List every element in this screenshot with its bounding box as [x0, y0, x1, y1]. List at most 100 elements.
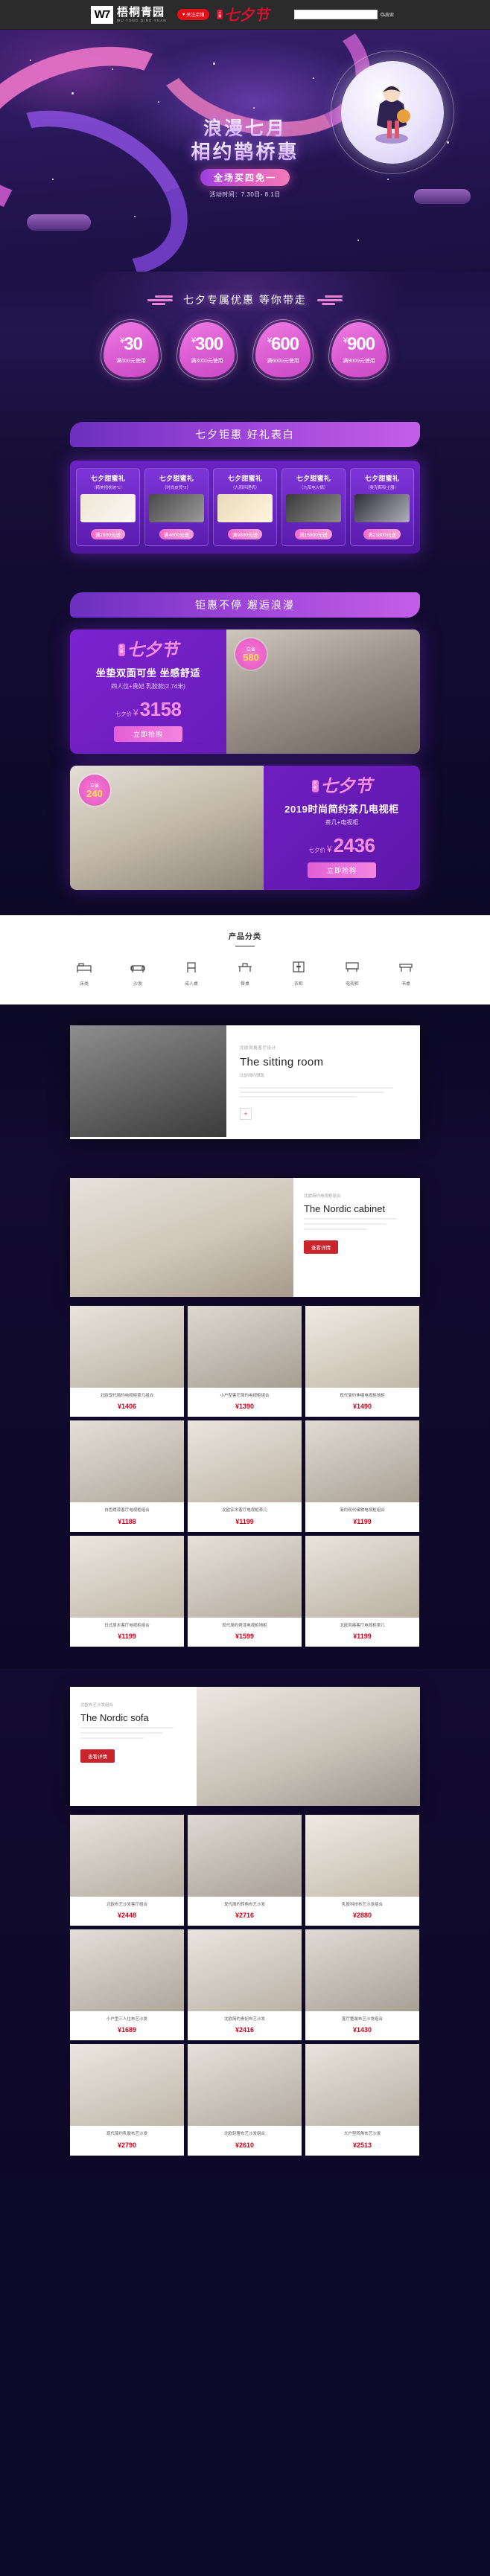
- coupon-condition: 满300元使用: [116, 358, 146, 364]
- category-item-desk[interactable]: 书桌: [390, 958, 421, 987]
- product-card[interactable]: 北欧现代简约电视柜茶几组合 ¥1406: [70, 1306, 184, 1417]
- category-item-sofa[interactable]: 沙发: [122, 958, 153, 987]
- promo-subtitle: 四人位+贵妃 乳胶款(2.74米): [111, 683, 185, 690]
- category-item-bed[interactable]: 床类: [69, 958, 100, 987]
- feature-photo: [197, 1686, 420, 1806]
- coupon-card[interactable]: ¥600 满6000元使用: [252, 319, 314, 380]
- product-card[interactable]: 北欧简约贵妃布艺沙发 ¥2416: [188, 1929, 302, 2041]
- promo-card-cabinet[interactable]: 天猫 七夕节 2019时尚简约茶几电视柜 茶几+电视柜 七夕价 ¥ 2436 立…: [70, 766, 420, 890]
- promo-subtitle: 茶几+电视柜: [325, 819, 359, 826]
- table-icon: [229, 958, 261, 976]
- promo-info: 天猫 七夕节 2019时尚简约茶几电视柜 茶几+电视柜 七夕价 ¥ 2436 立…: [264, 766, 420, 890]
- product-meta: 现代简约伸缩电视柜地柜 ¥1490: [305, 1388, 419, 1417]
- gift-threshold-tag: 满9800元送: [228, 529, 262, 539]
- product-card[interactable]: 简约现代储物电视柜组合 ¥1199: [305, 1420, 419, 1532]
- product-card[interactable]: 乳胶科技布艺沙发组合 ¥2880: [305, 1814, 419, 1926]
- product-meta: 现代简约烤漆电视柜地柜 ¥1599: [188, 1618, 302, 1647]
- category-label: 餐桌: [240, 982, 249, 987]
- coupon-card[interactable]: ¥300 满3000元使用: [176, 319, 238, 380]
- product-card[interactable]: 小户型客厅简约电视柜组合 ¥1390: [188, 1306, 302, 1417]
- promo-card-sofa[interactable]: 天猫 七夕节 坐垫双面可坐 坐感舒适 四人位+贵妃 乳胶款(2.74米) 七夕价…: [70, 629, 420, 754]
- search-input[interactable]: [294, 10, 378, 19]
- product-card[interactable]: 日式原木客厅电视柜组合 ¥1199: [70, 1535, 184, 1647]
- product-card[interactable]: 北欧实木客厅电视柜茶几 ¥1199: [188, 1420, 302, 1532]
- feature-detail-button[interactable]: 查看详情: [80, 1749, 115, 1763]
- product-card[interactable]: 客厅整装布艺沙发组合 ¥1430: [305, 1929, 419, 2041]
- product-price: ¥1199: [353, 1632, 372, 1640]
- product-card[interactable]: 北欧布艺沙发客厅组合 ¥2448: [70, 1814, 184, 1926]
- sofa-showcase-section: 北欧布艺沙发组合 The Nordic sofa 查看详情 北欧布艺沙发客厅组合…: [0, 1668, 490, 2178]
- gift-card[interactable]: 七夕甜蜜礼 （九阳电火锅） 满15800元送: [281, 468, 346, 546]
- product-price: ¥1406: [117, 1403, 137, 1411]
- coupon-heading-text: 七夕专属优惠 等你带走: [183, 294, 307, 306]
- product-meta: 北欧布艺沙发客厅组合 ¥2448: [70, 1897, 184, 1926]
- product-card[interactable]: 现代简约烤漆电视柜地柜 ¥1599: [188, 1535, 302, 1647]
- feature-detail-button[interactable]: 查看详情: [304, 1240, 338, 1254]
- promo-buy-button[interactable]: 立即抢购: [307, 862, 376, 878]
- top-navigation-bar: W7 梧桐青园 WU TONG QING YUAN ♥ 关注店铺 天猫 七夕节 …: [0, 0, 490, 30]
- category-item-adult-table[interactable]: 成人桌: [176, 958, 207, 987]
- product-name: 北欧风格客厅电视柜茶几: [340, 1623, 385, 1628]
- search-button[interactable]: 搜索: [381, 11, 394, 18]
- product-card[interactable]: 现代简约转角布艺沙发 ¥2716: [188, 1814, 302, 1926]
- gift-title: 七夕甜蜜礼: [227, 475, 263, 482]
- editorial-kicker: 北欧风格客厅设计: [240, 1046, 276, 1051]
- coupon-amount: ¥600: [267, 333, 299, 354]
- category-item-tv-cabinet[interactable]: 电视柜: [337, 958, 368, 987]
- gift-section-heading: 七夕钜惠 好礼表白: [70, 422, 420, 447]
- category-item-wardrobe[interactable]: 衣柜: [283, 958, 314, 987]
- shop-logo[interactable]: W7 梧桐青园 WU TONG QING YUAN: [91, 5, 167, 24]
- product-price: ¥2610: [235, 2141, 255, 2149]
- product-card[interactable]: 小户型三人位布艺沙发 ¥1689: [70, 1929, 184, 2041]
- promo-price-value: 3158: [139, 698, 182, 720]
- product-thumbnail: [188, 1929, 302, 2011]
- promo-price-label: 七夕价: [308, 847, 325, 853]
- wardrobe-icon: [283, 958, 314, 976]
- product-thumbnail: [305, 1929, 419, 2011]
- product-thumbnail: [70, 1306, 184, 1388]
- feature-text-lines: [304, 1218, 410, 1230]
- product-card[interactable]: 北欧风格客厅电视柜茶几 ¥1199: [305, 1535, 419, 1647]
- product-name: 大户型转角布艺沙发: [343, 2132, 381, 2137]
- gift-card[interactable]: 七夕甜蜜礼 （精美抱枕被*1） 满2800元送: [76, 468, 140, 546]
- product-name: 乳胶科技布艺沙发组合: [341, 1902, 383, 1907]
- product-thumbnail: [70, 1535, 184, 1618]
- editorial-body: 北欧风格客厅设计 The sitting room 北欧简约雅致 +: [226, 1025, 420, 1139]
- coupon-card[interactable]: ¥900 满9000元使用: [328, 319, 389, 380]
- promo-buy-button[interactable]: 立即抢购: [113, 726, 182, 742]
- product-card[interactable]: 大户型转角布艺沙发 ¥2513: [305, 2044, 419, 2156]
- product-name: 现代简约伸缩电视柜地柜: [340, 1394, 385, 1398]
- promo-info: 天猫 七夕节 坐垫双面可坐 坐感舒适 四人位+贵妃 乳胶款(2.74米) 七夕价…: [70, 629, 226, 754]
- coupon-condition: 满9000元使用: [343, 358, 375, 364]
- editorial-text-lines: [240, 1087, 407, 1098]
- gift-card[interactable]: 七夕甜蜜礼 （奥克斯吸尘器） 满23800元送: [350, 468, 414, 546]
- gift-card[interactable]: 七夕甜蜜礼 （时尚皮凳*2） 满4800元送: [144, 468, 209, 546]
- product-card[interactable]: 现代简约伸缩电视柜地柜 ¥1490: [305, 1306, 419, 1417]
- product-meta: 北欧实木客厅电视柜茶几 ¥1199: [188, 1502, 302, 1531]
- promo-price-value: 2436: [333, 834, 375, 856]
- gift-heading-text: 七夕钜惠 好礼表白: [195, 429, 295, 440]
- feature-card-sofa[interactable]: 北欧布艺沙发组合 The Nordic sofa 查看详情: [70, 1686, 420, 1806]
- gift-card[interactable]: 七夕甜蜜礼 （九阳料理机） 满9800元送: [213, 468, 277, 546]
- tmall-badge: 天猫: [217, 10, 223, 19]
- hero-title-line-2: 相约鹊桥惠: [0, 141, 490, 164]
- feature-card-cabinet[interactable]: 北欧简约电视柜组合 The Nordic cabinet 查看详情: [70, 1178, 420, 1297]
- product-name: 北欧实木客厅电视柜茶几: [222, 1508, 267, 1513]
- product-price: ¥2880: [352, 1912, 372, 1919]
- gift-image: [286, 494, 341, 522]
- product-name: 现代简约乳胶布艺沙发: [106, 2132, 147, 2137]
- follow-shop-button[interactable]: ♥ 关注店铺: [176, 9, 210, 20]
- product-card[interactable]: 白色烤漆客厅电视柜组合 ¥1188: [70, 1420, 184, 1532]
- promo-section-heading: 钜惠不停 邂逅浪漫: [70, 592, 420, 618]
- coupon-card[interactable]: ¥30 满300元使用: [101, 319, 162, 380]
- product-card[interactable]: 现代简约乳胶布艺沙发 ¥2790: [70, 2044, 184, 2156]
- product-meta: 简约现代储物电视柜组合 ¥1199: [305, 1502, 419, 1531]
- product-card[interactable]: 北欧轻奢布艺沙发组合 ¥2610: [188, 2044, 302, 2156]
- cabinet-product-grid: 北欧现代简约电视柜茶几组合 ¥1406 小户型客厅简约电视柜组合 ¥1390 现…: [70, 1306, 420, 1647]
- editorial-card[interactable]: 北欧风格客厅设计 The sitting room 北欧简约雅致 +: [70, 1025, 420, 1139]
- plus-icon[interactable]: +: [240, 1108, 252, 1120]
- product-price: ¥1199: [235, 1517, 254, 1525]
- category-item-dining-table[interactable]: 餐桌: [229, 958, 261, 987]
- hero-promo-pill: 全场买四免一: [200, 169, 290, 187]
- promo-headline: 坐垫双面可坐 坐感舒适: [95, 667, 201, 679]
